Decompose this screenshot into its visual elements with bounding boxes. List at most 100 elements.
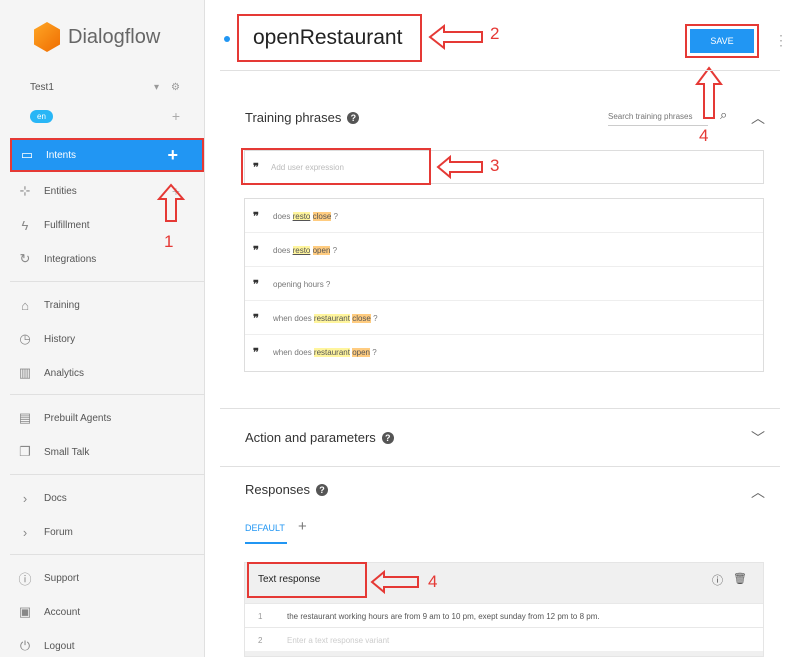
quote-icon: ❞ (253, 211, 259, 223)
help-circle-icon[interactable]: ⓘ (712, 572, 723, 588)
sidebar-item-analytics[interactable]: ▥ Analytics (10, 356, 204, 390)
sidebar-item-account[interactable]: ▣ Account (10, 595, 204, 629)
training-phrases-list: ❞ does resto close ? ❞ does resto open ?… (244, 198, 764, 372)
sidebar-item-label: History (44, 333, 76, 345)
tab-default[interactable]: DEFAULT (245, 523, 285, 533)
sidebar-item-label: Prebuilt Agents (44, 412, 112, 424)
row-number: 1 (258, 612, 263, 621)
help-icon[interactable]: ? (381, 431, 394, 444)
row-number: 2 (258, 636, 263, 645)
annotation-arrow-4-response (370, 569, 419, 595)
training-phrases-title: Training phrases ? (245, 110, 360, 125)
phrase-text: does resto close ? (273, 212, 338, 221)
sidebar-item-history[interactable]: ◷ History (10, 322, 204, 356)
brand[interactable]: Dialogflow (34, 22, 160, 52)
responses-title: Responses ? (245, 482, 329, 497)
quote-icon: ❞ (253, 347, 259, 359)
help-icon[interactable]: ? (316, 483, 329, 496)
power-icon: ⏻ (19, 638, 31, 653)
phrase-text: when does restaurant close ? (273, 314, 378, 323)
chevron-down-icon[interactable]: ﹀ (751, 428, 765, 448)
sync-icon: ↻ (19, 251, 31, 266)
lightning-icon: ϟ (21, 217, 29, 233)
section-divider (220, 408, 780, 409)
annotation-box-3 (241, 148, 431, 185)
annotation-number-2: 2 (490, 24, 500, 43)
account-icon: ▣ (18, 604, 32, 619)
hierarchy-icon: ⊹ (19, 183, 31, 198)
sidebar-item-label: Training (44, 299, 80, 311)
sidebar-item-label: Docs (44, 492, 67, 504)
language-badge[interactable]: en (30, 109, 53, 123)
sidebar-item-small-talk[interactable]: ❐ Small Talk (10, 435, 204, 469)
sidebar-item-label: Account (44, 606, 81, 618)
sidebar-item-label: Forum (44, 526, 73, 538)
list-item[interactable]: ❞ does resto close ? (245, 199, 763, 233)
phrase-text: opening hours ? (273, 280, 331, 289)
unsaved-indicator (224, 36, 230, 42)
annotation-number-4-save: 4 (699, 126, 709, 145)
sidebar-item-docs[interactable]: › Docs (10, 481, 204, 515)
divider (10, 474, 204, 475)
annotation-arrow-2 (428, 23, 483, 51)
add-language-icon[interactable]: + (172, 108, 180, 124)
list-item[interactable]: ❞ opening hours ? (245, 267, 763, 301)
chevron-up-icon[interactable]: ︿ (751, 482, 765, 502)
sidebar-item-integrations[interactable]: ↻ Integrations (10, 242, 204, 276)
list-item[interactable]: ❞ when does restaurant open ? (245, 335, 763, 369)
chevron-up-icon[interactable]: ︿ (751, 108, 765, 128)
annotation-arrow-3 (436, 154, 483, 180)
text-response-label: Text response (258, 574, 321, 585)
save-button[interactable]: SAVE (690, 29, 754, 53)
sidebar-item-prebuilt-agents[interactable]: ▤ Prebuilt Agents (10, 401, 204, 435)
intent-name: openRestaurant (253, 26, 403, 49)
intent-name-field[interactable]: openRestaurant (237, 14, 422, 62)
response-row[interactable]: 2 Enter a text response variant (245, 627, 763, 651)
more-vert-icon[interactable]: ⋮ (774, 32, 788, 49)
annotation-number-4-response: 4 (428, 572, 438, 591)
sidebar-item-training[interactable]: ⌂ Training (10, 288, 204, 322)
chevron-right-icon: › (22, 490, 28, 506)
book-icon: ▤ (18, 410, 32, 425)
list-item[interactable]: ❞ does resto open ? (245, 233, 763, 267)
gear-icon[interactable]: ⚙ (171, 82, 180, 93)
add-tab-icon[interactable]: + (298, 518, 307, 535)
clock-icon: ◷ (19, 331, 31, 346)
add-intent-icon[interactable]: + (167, 145, 178, 166)
header-divider (220, 70, 780, 71)
agent-selector[interactable]: Test1 ▾ ⚙ (30, 82, 180, 93)
sidebar-item-label: Fulfillment (44, 219, 90, 231)
sidebar-item-forum[interactable]: › Forum (10, 515, 204, 549)
language-row: en + (30, 108, 180, 124)
agent-name: Test1 (30, 82, 54, 93)
quote-icon: ❞ (253, 279, 259, 291)
help-icon[interactable]: ? (347, 111, 360, 124)
search-training-phrases-input[interactable] (608, 108, 708, 126)
section-divider (220, 466, 780, 467)
quote-icon: ❞ (253, 313, 259, 325)
sidebar: Dialogflow Test1 ▾ ⚙ en + ▭ Intents + ⊹ … (0, 0, 205, 657)
phrase-text: does resto open ? (273, 246, 338, 255)
response-row[interactable]: 1 the restaurant working hours are from … (245, 603, 763, 627)
chart-icon: ▥ (18, 365, 32, 380)
response-tools: ⓘ 🗑 (712, 572, 747, 588)
sidebar-item-label: Intents (46, 149, 77, 161)
tab-active-indicator (245, 542, 287, 544)
chevron-down-icon[interactable]: ▾ (154, 82, 159, 93)
graduation-cap-icon: ⌂ (21, 297, 29, 313)
divider (10, 281, 204, 282)
annotation-number-3: 3 (490, 156, 500, 175)
sidebar-item-label: Entities (44, 185, 77, 197)
list-item[interactable]: ❞ when does restaurant close ? (245, 301, 763, 335)
sidebar-item-logout[interactable]: ⏻ Logout (10, 629, 204, 657)
sidebar-item-label: Small Talk (44, 446, 90, 458)
action-parameters-title[interactable]: Action and parameters ? (245, 430, 394, 445)
search-icon[interactable]: ⌕ (720, 107, 727, 123)
save-button-highlight: SAVE (685, 24, 759, 58)
section-title-text: Action and parameters (245, 430, 376, 445)
sidebar-item-intents[interactable]: ▭ Intents + (10, 138, 204, 172)
sidebar-item-support[interactable]: ⓘ Support (10, 561, 204, 595)
trash-icon[interactable]: 🗑 (733, 572, 747, 588)
response-text: the restaurant working hours are from 9 … (287, 612, 600, 621)
sidebar-item-label: Integrations (44, 253, 97, 265)
